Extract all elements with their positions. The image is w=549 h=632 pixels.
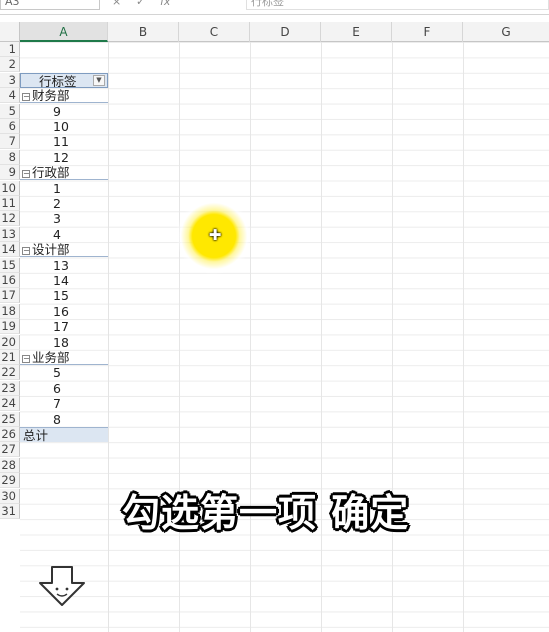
column-header: A B C D E F G xyxy=(0,22,549,42)
down-arrow-icon xyxy=(39,566,85,606)
column-header-d[interactable]: D xyxy=(250,22,321,42)
column-header-e[interactable]: E xyxy=(321,22,392,42)
row-header[interactable]: 17 xyxy=(0,288,20,304)
pivot-group-label: 财务部 xyxy=(32,88,70,104)
row-header[interactable]: 4 xyxy=(0,88,20,104)
pivot-group-label: 设计部 xyxy=(32,242,70,258)
row-header[interactable]: 3 xyxy=(0,72,20,88)
name-box[interactable]: A3 xyxy=(0,0,100,10)
row-header[interactable]: 15 xyxy=(0,257,20,273)
pivot-group-row[interactable]: − 行政部 xyxy=(20,165,108,181)
row-header[interactable]: 9 xyxy=(0,165,20,181)
pivot-header-label: 行标签 xyxy=(39,73,77,89)
row-header[interactable]: 12 xyxy=(0,211,20,227)
pivot-item-row[interactable]: 11 xyxy=(20,134,108,149)
row-header[interactable]: 22 xyxy=(0,365,20,381)
row-header[interactable]: 25 xyxy=(0,411,20,427)
gridline xyxy=(321,42,322,632)
select-all-corner[interactable] xyxy=(0,22,20,42)
row-header[interactable]: 6 xyxy=(0,119,20,134)
collapse-icon[interactable]: − xyxy=(22,355,30,363)
column-header-g[interactable]: G xyxy=(463,22,549,42)
row-header[interactable]: 24 xyxy=(0,396,20,412)
pivot-item-row[interactable]: 16 xyxy=(20,304,108,319)
row-header[interactable]: 18 xyxy=(0,303,20,319)
collapse-icon[interactable]: − xyxy=(22,170,30,179)
row-header[interactable]: 7 xyxy=(0,134,20,150)
pivot-item-row[interactable]: 15 xyxy=(20,288,108,303)
gridline xyxy=(463,42,464,632)
row-header[interactable]: 5 xyxy=(0,103,20,119)
function-icon[interactable]: fx xyxy=(160,0,170,8)
row-header[interactable]: 19 xyxy=(0,319,20,335)
row-header[interactable]: 28 xyxy=(0,457,20,473)
pivot-item-row[interactable]: 3 xyxy=(20,211,108,226)
row-header[interactable]: 30 xyxy=(0,488,20,504)
chevron-down-icon[interactable]: ▼ xyxy=(93,74,105,86)
row-header[interactable]: 8 xyxy=(0,149,20,165)
row-header[interactable]: 27 xyxy=(0,442,20,458)
pivot-group-label: 业务部 xyxy=(32,350,70,365)
row-header[interactable]: 23 xyxy=(0,380,20,396)
pivot-item-row[interactable]: 10 xyxy=(20,119,108,134)
pivot-item-row[interactable]: 1 xyxy=(20,181,108,196)
pivot-group-label: 行政部 xyxy=(32,165,70,181)
column-header-a[interactable]: A xyxy=(20,22,108,42)
pivot-item-row[interactable]: 13 xyxy=(20,258,108,273)
row-header[interactable]: 29 xyxy=(0,473,20,489)
formula-bar: A3 × ✓ fx 行标签 xyxy=(0,0,549,15)
row-header[interactable]: 31 xyxy=(0,504,20,519)
cancel-icon[interactable]: × xyxy=(112,0,121,8)
gridline xyxy=(250,42,251,632)
row-header[interactable]: 1 xyxy=(0,42,20,57)
pivot-group-row[interactable]: − 设计部 xyxy=(20,242,108,258)
pivot-item-row[interactable]: 7 xyxy=(20,396,108,411)
pivot-item-row[interactable]: 9 xyxy=(20,104,108,119)
pivot-item-row[interactable]: 2 xyxy=(20,196,108,211)
pivot-group-row[interactable]: − 财务部 xyxy=(20,88,108,104)
row-header[interactable]: 13 xyxy=(0,226,20,242)
formula-input[interactable]: 行标签 xyxy=(246,0,549,10)
formula-bar-icons: × ✓ fx xyxy=(112,0,232,11)
pivot-row-label-header[interactable]: 行标签 ▼ xyxy=(20,72,108,89)
cursor-crosshair-icon: ✚ xyxy=(208,226,222,244)
row-header[interactable]: 2 xyxy=(0,57,20,73)
column-header-f[interactable]: F xyxy=(392,22,463,42)
pivot-item-row[interactable]: 5 xyxy=(20,365,108,380)
collapse-icon[interactable]: − xyxy=(22,247,30,256)
collapse-icon[interactable]: − xyxy=(22,93,30,102)
row-header[interactable]: 26 xyxy=(0,427,20,442)
row-header[interactable]: 16 xyxy=(0,273,20,288)
column-header-b[interactable]: B xyxy=(108,22,179,42)
row-header[interactable]: 14 xyxy=(0,242,20,258)
row-header[interactable]: 20 xyxy=(0,334,20,350)
gridline xyxy=(392,42,393,632)
row-header[interactable]: 10 xyxy=(0,180,20,196)
row-header[interactable]: 11 xyxy=(0,196,20,211)
pivot-item-row[interactable]: 8 xyxy=(20,412,108,427)
column-header-c[interactable]: C xyxy=(179,22,250,42)
pivot-item-row[interactable]: 14 xyxy=(20,273,108,288)
pivot-group-row[interactable]: − 业务部 xyxy=(20,350,108,365)
gridline xyxy=(179,42,180,632)
tutorial-caption: 勾选第一项 确定 xyxy=(122,491,410,535)
pivot-item-row[interactable]: 12 xyxy=(20,150,108,165)
confirm-icon[interactable]: ✓ xyxy=(136,0,145,8)
row-header[interactable]: 21 xyxy=(0,350,20,365)
pivot-item-row[interactable]: 4 xyxy=(20,227,108,242)
pivot-item-row[interactable]: 6 xyxy=(20,381,108,396)
pivot-item-row[interactable]: 18 xyxy=(20,335,108,350)
pivot-grand-total[interactable]: 总计 xyxy=(20,427,108,443)
pivot-item-row[interactable]: 17 xyxy=(20,319,108,334)
